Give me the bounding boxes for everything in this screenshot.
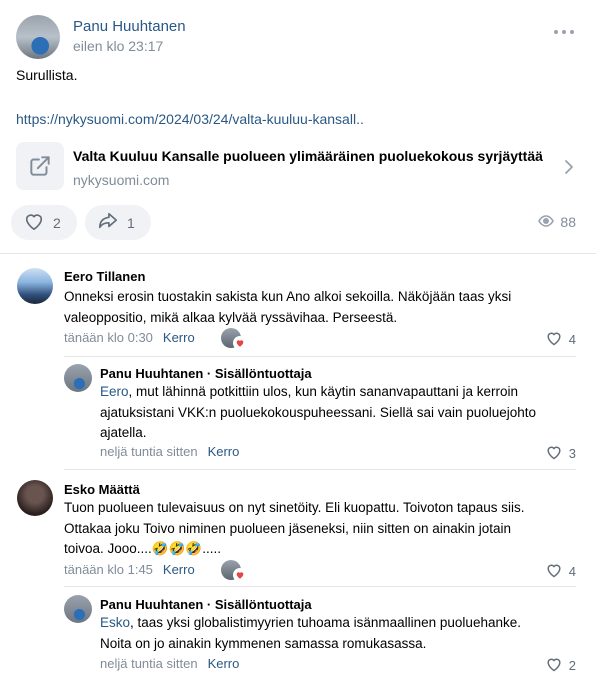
more-options-icon[interactable] <box>554 30 574 34</box>
comment-like-count: 4 <box>568 564 576 579</box>
post-author-name[interactable]: Panu Huuhtanen <box>73 18 186 35</box>
heart-icon <box>23 211 45 234</box>
reply-author-avatar[interactable] <box>64 364 92 392</box>
external-link-icon <box>16 142 64 190</box>
reply-author-name[interactable]: Panu Huuhtanen · Sisällöntuottaja <box>100 597 312 612</box>
link-preview-domain: nykysuomi.com <box>73 172 170 188</box>
comment-text: Onneksi erosin tuostakin sakista kun Ano… <box>64 289 512 325</box>
comment: Esko Määttä Tuon puolueen tulevaisuus on… <box>0 470 596 693</box>
divider <box>64 356 576 357</box>
reply-author-avatar[interactable] <box>64 595 92 623</box>
reply-like-count: 3 <box>568 446 576 461</box>
reaction-indicator[interactable] <box>221 560 247 582</box>
reply-button[interactable]: Kerro <box>208 656 240 671</box>
reply-button[interactable]: Kerro <box>163 330 195 345</box>
views-counter: 88 <box>538 214 576 230</box>
heart-reaction-icon <box>233 568 247 582</box>
chevron-right-icon <box>564 159 574 180</box>
link-preview-title[interactable]: Valta Kuuluu Kansalle puolueen ylimääräi… <box>73 148 553 164</box>
like-button[interactable]: 2 <box>11 205 77 240</box>
reply-timestamp[interactable]: neljä tuntia sitten <box>100 656 198 671</box>
like-count: 2 <box>53 214 61 231</box>
reply-text: Esko, taas yksi globalistimyyrien tuhoam… <box>100 613 550 654</box>
comment-meta: tänään klo 1:45 Kerro <box>64 562 195 577</box>
reply-button[interactable]: Kerro <box>163 562 195 577</box>
post-timestamp[interactable]: eilen klo 23:17 <box>73 38 163 54</box>
reply-button[interactable]: Kerro <box>208 444 240 459</box>
mention-link[interactable]: Esko <box>100 615 130 630</box>
reply-like-count: 2 <box>568 658 576 673</box>
commenter-name[interactable]: Eero Tillanen <box>64 269 145 284</box>
heart-icon <box>545 330 563 349</box>
comment: Eero Tillanen Onneksi erosin tuostakin s… <box>0 254 596 470</box>
views-count: 88 <box>560 214 576 230</box>
share-count: 1 <box>127 214 135 231</box>
mention-link[interactable]: Eero <box>100 384 129 399</box>
share-icon <box>97 211 119 234</box>
reply-like-button[interactable]: 3 <box>545 444 576 463</box>
eye-icon <box>538 214 555 230</box>
post: Panu Huuhtanen eilen klo 23:17 Surullist… <box>0 0 596 254</box>
heart-reaction-icon <box>233 336 247 350</box>
comment-like-button[interactable]: 4 <box>545 330 576 349</box>
comment-meta: tänään klo 0:30 Kerro <box>64 330 195 345</box>
reply-like-button[interactable]: 2 <box>545 656 576 675</box>
reply-meta: neljä tuntia sitten Kerro <box>100 656 239 671</box>
commenter-name[interactable]: Esko Määttä <box>64 482 140 497</box>
comment-like-count: 4 <box>568 332 576 347</box>
reply-text: Eero, mut lähinnä potkittiin ulos, kun k… <box>100 382 550 444</box>
commenter-avatar[interactable] <box>17 268 53 304</box>
reaction-indicator[interactable] <box>221 328 247 350</box>
reply-body: , taas yksi globalistimyyrien tuhoama is… <box>100 615 521 651</box>
comment-like-button[interactable]: 4 <box>545 562 576 581</box>
divider <box>64 586 576 587</box>
reply-author-name[interactable]: Panu Huuhtanen · Sisällöntuottaja <box>100 366 312 381</box>
post-url-link[interactable]: https://nykysuomi.com/2024/03/24/valta-k… <box>16 111 364 127</box>
comment-text: Tuon puolueen tulevaisuus on nyt sinetöi… <box>64 500 525 556</box>
reply-timestamp[interactable]: neljä tuntia sitten <box>100 444 198 459</box>
commenter-avatar[interactable] <box>17 480 53 516</box>
heart-icon <box>545 562 563 581</box>
comment-timestamp[interactable]: tänään klo 1:45 <box>64 562 153 577</box>
post-author-avatar[interactable] <box>16 15 60 59</box>
heart-icon <box>545 444 563 463</box>
heart-icon <box>545 656 563 675</box>
reply-body: , mut lähinnä potkittiin ulos, kun käyti… <box>100 384 537 440</box>
link-preview-card[interactable]: Valta Kuuluu Kansalle puolueen ylimääräi… <box>16 142 580 194</box>
share-button[interactable]: 1 <box>85 205 151 240</box>
reply-meta: neljä tuntia sitten Kerro <box>100 444 239 459</box>
post-text: Surullista. <box>16 67 78 83</box>
comment-timestamp[interactable]: tänään klo 0:30 <box>64 330 153 345</box>
